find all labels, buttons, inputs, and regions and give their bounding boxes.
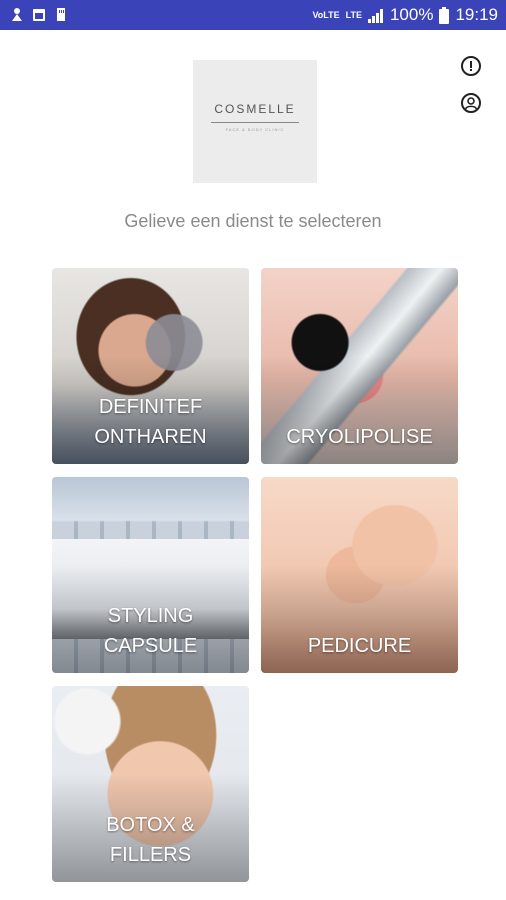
notification-icon bbox=[12, 8, 22, 21]
status-bar: VoLTE LTE 100% 19:19 bbox=[0, 0, 506, 30]
tile-label-line1: DEFINITEF bbox=[98, 396, 203, 418]
logo-divider bbox=[211, 122, 299, 123]
page-subtitle: Gelieve een dienst te selecteren bbox=[124, 211, 382, 231]
battery-icon bbox=[439, 6, 450, 24]
service-tile-cryolipolise[interactable]: CRYOLIPOLISE bbox=[261, 268, 458, 464]
sd-card-icon bbox=[57, 8, 65, 21]
lte-indicator: LTE bbox=[345, 9, 362, 20]
info-icon[interactable] bbox=[461, 56, 481, 76]
service-tile-styling-capsule[interactable]: STYLING CAPSULE bbox=[52, 477, 249, 673]
logo-tagline: FACE & BODY CLINIC bbox=[225, 127, 285, 132]
calendar-icon bbox=[33, 9, 45, 21]
battery-percent: 100% bbox=[389, 5, 434, 24]
brand-logo: COSMELLE FACE & BODY CLINIC bbox=[193, 60, 317, 183]
tile-label-line1: CRYOLIPOLISE bbox=[286, 426, 433, 448]
tile-label-line1: BOTOX & bbox=[106, 814, 195, 836]
tile-label-line2: FILLERS bbox=[109, 844, 192, 866]
service-tile-botox-fillers[interactable]: BOTOX & FILLERS bbox=[52, 686, 249, 882]
clock: 19:19 bbox=[455, 5, 498, 24]
volte-indicator: VoLTE bbox=[312, 9, 340, 20]
person-glyph bbox=[464, 97, 478, 110]
service-tile-definitief-ontharen[interactable]: DEFINITEF ONTHAREN bbox=[52, 268, 249, 464]
notification-icons bbox=[10, 7, 68, 22]
logo-name: COSMELLE bbox=[214, 102, 296, 116]
system-icons: VoLTE LTE 100% 19:19 bbox=[312, 5, 498, 25]
signal-icon bbox=[367, 8, 383, 23]
account-icon[interactable] bbox=[461, 93, 481, 113]
tile-label-line1: STYLING bbox=[107, 605, 194, 627]
tile-label-line1: PEDICURE bbox=[307, 635, 412, 657]
tile-label-line2: CAPSULE bbox=[103, 635, 198, 657]
tile-label-line2: ONTHAREN bbox=[94, 426, 207, 448]
exclamation-glyph bbox=[470, 61, 472, 71]
service-tile-pedicure[interactable]: PEDICURE bbox=[261, 477, 458, 673]
